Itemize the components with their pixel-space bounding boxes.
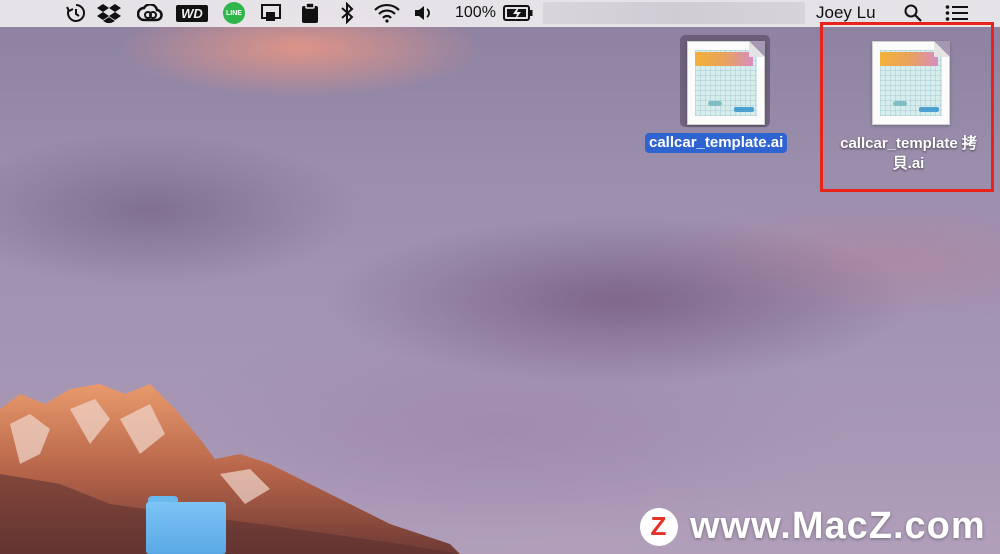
thumbnail-cloud [893, 101, 907, 106]
clipboard-icon[interactable] [298, 2, 322, 24]
folder-body [146, 502, 226, 554]
thumbnail-cloud [708, 101, 722, 106]
airplay-icon[interactable] [258, 2, 284, 24]
line-icon[interactable]: LINE [222, 2, 246, 24]
notification-center-icon[interactable] [944, 2, 970, 24]
page-fold [749, 41, 765, 57]
file-name-line2: 貝.ai [892, 155, 925, 172]
blurred-menu-items [543, 2, 805, 24]
file-name-line1: callcar_template 拷 [840, 135, 977, 152]
time-machine-icon[interactable] [64, 2, 88, 24]
ai-file-thumbnail [872, 41, 950, 125]
watermark-text: www.MacZ.com [690, 505, 986, 547]
file-name-label: callcar_template 拷 貝.ai [826, 134, 991, 174]
volume-icon[interactable] [412, 2, 436, 24]
creative-cloud-icon[interactable] [136, 2, 164, 24]
thumbnail-banner [695, 52, 753, 66]
user-name[interactable]: Joey Lu [816, 3, 876, 23]
wifi-icon[interactable] [372, 2, 402, 24]
file-name-label: callcar_template.ai [645, 133, 788, 153]
mountain-scenery [0, 384, 460, 554]
page-fold [934, 41, 950, 57]
watermark: Z www.MacZ.com [640, 505, 986, 548]
watermark-z-logo: Z [640, 507, 678, 546]
folder-icon[interactable] [146, 496, 226, 554]
bluetooth-icon[interactable] [336, 2, 358, 24]
ai-file-thumbnail [687, 41, 765, 125]
file-callcar-template[interactable]: callcar_template.ai [640, 35, 810, 160]
file-callcar-template-copy[interactable]: callcar_template 拷 貝.ai [826, 35, 991, 180]
dropbox-icon[interactable] [96, 2, 122, 24]
wd-icon[interactable]: WD [176, 2, 208, 24]
battery-icon[interactable] [502, 2, 534, 24]
thumbnail-logo [919, 107, 939, 112]
thumbnail-logo [734, 107, 754, 112]
spotlight-search-icon[interactable] [902, 2, 924, 24]
thumbnail-banner [880, 52, 938, 66]
battery-percentage[interactable]: 100% [455, 4, 496, 22]
